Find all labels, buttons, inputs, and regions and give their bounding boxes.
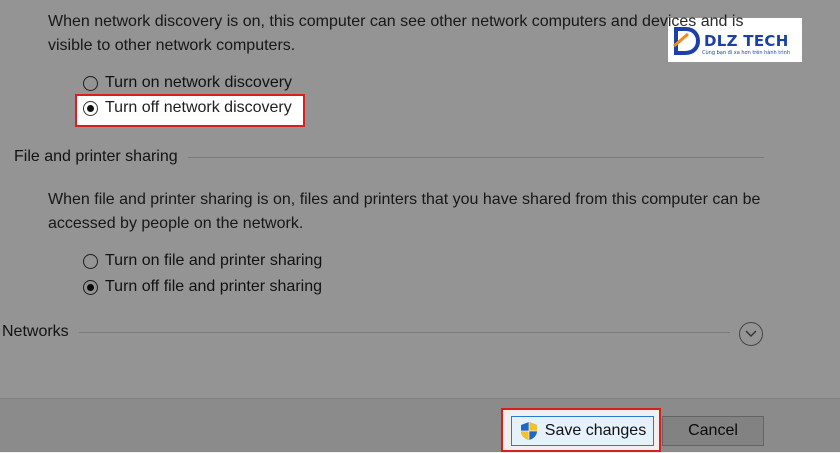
- cancel-button-label: Cancel: [688, 422, 738, 439]
- highlight-save-changes: [501, 408, 661, 452]
- dlz-logo-mark-icon: [673, 27, 700, 55]
- section-title: Networks: [2, 323, 69, 340]
- radio-button-unselected[interactable]: [83, 253, 98, 269]
- highlight-turn-off-network-discovery: [75, 94, 305, 127]
- network-discovery-description: When network discovery is on, this compu…: [48, 13, 744, 54]
- section-divider: [187, 156, 764, 158]
- section-title: File and printer sharing: [14, 148, 178, 165]
- dlz-tech-logo: DLZ TECH Cùng bạn đi xa hơn trên hành tr…: [672, 22, 798, 60]
- radio-label: Turn off file and printer sharing: [105, 278, 323, 295]
- radio-label: Turn on network discovery: [105, 74, 293, 91]
- radio-turn-on-network-discovery[interactable]: Turn on network discovery: [83, 74, 292, 92]
- section-networks: Networks: [2, 323, 730, 341]
- logo-brand-text: DLZ TECH: [704, 32, 789, 50]
- radio-button-unselected[interactable]: [83, 75, 98, 91]
- radio-turn-off-file-printer-sharing[interactable]: Turn off file and printer sharing: [83, 278, 322, 296]
- logo-tagline: Cùng bạn đi xa hơn trên hành trình: [702, 50, 790, 56]
- file-printer-sharing-description: When file and printer sharing is on, fil…: [48, 191, 761, 232]
- networks-expand-button[interactable]: [739, 322, 763, 346]
- cancel-button[interactable]: Cancel: [662, 416, 764, 446]
- chevron-down-icon: [745, 330, 757, 337]
- radio-label: Turn on file and printer sharing: [105, 252, 323, 269]
- section-divider: [78, 331, 730, 333]
- radio-button-selected[interactable]: [83, 279, 98, 295]
- radio-turn-on-file-printer-sharing[interactable]: Turn on file and printer sharing: [83, 252, 322, 270]
- section-file-and-printer-sharing: File and printer sharing: [14, 148, 764, 166]
